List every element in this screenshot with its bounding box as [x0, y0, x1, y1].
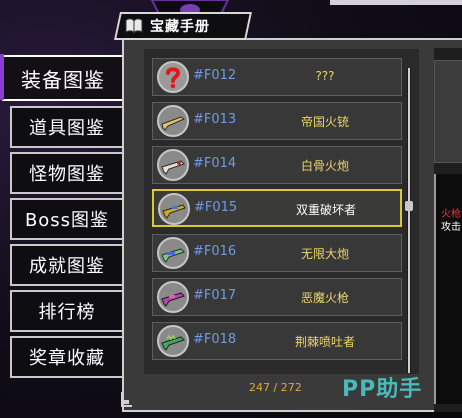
menu-label: 排行榜 [38, 302, 96, 323]
header: 宝藏手册 [124, 14, 210, 38]
menu-label: 装备图鉴 [21, 67, 105, 92]
item-name: 帝国火铳 [300, 115, 349, 129]
menu-label: 怪物图鉴 [29, 164, 105, 185]
menu-monsters-codex[interactable]: 怪物图鉴 [10, 152, 122, 194]
menu-medal-collection[interactable]: 奖章收藏 [10, 336, 122, 378]
menu-items-codex[interactable]: 道具图鉴 [10, 106, 122, 148]
detail-attack-text: 攻击 [441, 222, 461, 233]
list-item-f018[interactable]: #F018 荆棘喷吐者 [152, 322, 402, 360]
menu-achievements-codex[interactable]: 成就图鉴 [10, 244, 122, 286]
list-item-f016[interactable]: #F016 无限大炮 [152, 234, 402, 272]
item-code: #F017 [193, 288, 237, 303]
item-name: 恶魔火枪 [300, 291, 349, 305]
page-title: 宝藏手册 [150, 19, 210, 35]
gun-icon [157, 325, 189, 357]
unknown-question-icon [157, 61, 189, 93]
scrollbar-thumb[interactable] [405, 201, 413, 211]
scrollbar-line [408, 68, 410, 373]
gun-icon [158, 193, 190, 225]
item-code: #F012 [193, 68, 237, 83]
detail-preview-card [434, 60, 462, 163]
menu-boss-codex[interactable]: Boss图鉴 [10, 198, 122, 240]
menu-label: Boss图鉴 [24, 210, 110, 231]
corner-flourish-icon [121, 392, 132, 407]
gun-icon [157, 149, 189, 181]
menu-label: 成就图鉴 [29, 256, 105, 277]
item-name: 无限大炮 [300, 247, 349, 261]
list-item-f012[interactable]: #F012 ??? [152, 58, 402, 96]
collection-counter: 247 / 272 [249, 381, 302, 394]
top-bar [330, 0, 462, 5]
menu-equipment-codex[interactable]: 装备图鉴 [0, 54, 122, 101]
gun-icon [157, 105, 189, 137]
menu-label: 奖章收藏 [29, 348, 105, 369]
item-code: #F018 [193, 332, 237, 347]
item-name: ??? [315, 69, 335, 83]
gun-icon [157, 281, 189, 313]
list-item-f013[interactable]: #F013 帝国火铳 [152, 102, 402, 140]
gun-icon [157, 237, 189, 269]
item-code: #F014 [193, 156, 237, 171]
list-item-f017[interactable]: #F017 恶魔火枪 [152, 278, 402, 316]
list-item-f015[interactable]: #F015 双重破坏者 [152, 189, 402, 227]
list-item-f014[interactable]: #F014 白骨火炮 [152, 146, 402, 184]
item-code: #F013 [193, 112, 237, 127]
item-name: 双重破坏者 [295, 203, 356, 217]
item-name: 白骨火炮 [300, 159, 349, 173]
menu-label: 道具图鉴 [29, 118, 105, 139]
item-code: #F016 [193, 244, 237, 259]
menu-leaderboard[interactable]: 排行榜 [10, 290, 122, 332]
watermark: PP助手 [342, 377, 423, 402]
book-icon [124, 16, 144, 36]
item-code: #F015 [194, 200, 238, 215]
item-name: 荆棘喷吐者 [294, 335, 355, 349]
